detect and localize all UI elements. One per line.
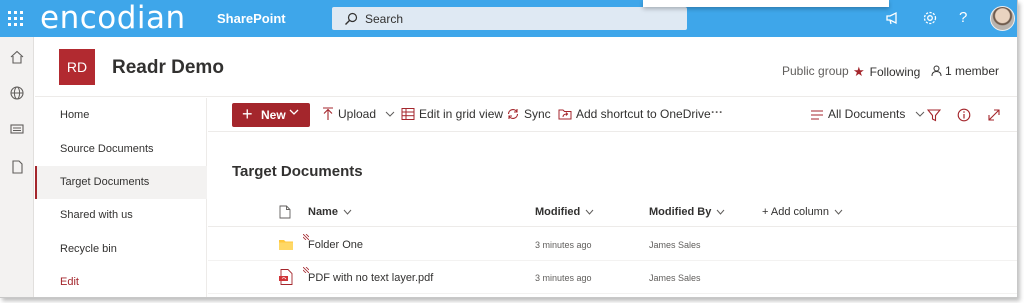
- grid-icon: [401, 108, 415, 120]
- pdf-file-icon: [279, 269, 293, 285]
- site-header: RD Readr Demo Public group ★ Following 1 …: [35, 37, 1017, 97]
- upload-label: Upload: [338, 107, 377, 121]
- person-icon: [931, 65, 942, 77]
- column-name-label: Name: [308, 206, 338, 218]
- add-shortcut-onedrive-button[interactable]: Add shortcut to OneDrive: [558, 107, 711, 123]
- new-label: New: [261, 108, 286, 122]
- site-logo[interactable]: RD: [59, 49, 95, 85]
- expand-icon[interactable]: [987, 107, 1001, 123]
- home-icon[interactable]: [9, 49, 25, 65]
- search-icon: [345, 12, 358, 25]
- table-row[interactable]: Folder One 3 minutes ago James Sales: [208, 228, 1017, 261]
- sync-button[interactable]: Sync: [506, 107, 551, 123]
- add-column-button[interactable]: + Add column: [762, 206, 843, 218]
- add-column-label: + Add column: [762, 206, 829, 218]
- view-label: All Documents: [828, 107, 906, 121]
- members-button[interactable]: 1 member: [931, 64, 999, 78]
- command-bar: + New Upload Edit in grid view Sync Add …: [208, 98, 1017, 132]
- nav-item-recycle-bin[interactable]: Recycle bin: [35, 233, 207, 266]
- suite-bar: encodian SharePoint Search ?: [0, 0, 1017, 37]
- nav-item-source-documents[interactable]: Source Documents: [35, 133, 207, 166]
- view-selector[interactable]: All Documents: [810, 107, 929, 123]
- nav-item-home[interactable]: Home: [35, 99, 207, 132]
- list-view-icon: [811, 110, 823, 120]
- new-button[interactable]: + New: [232, 103, 310, 127]
- column-modified-label: Modified: [535, 206, 581, 218]
- table-row[interactable]: PDF with no text layer.pdf 3 minutes ago…: [208, 261, 1017, 294]
- megaphone-icon[interactable]: [884, 9, 902, 27]
- chevron-down-icon: [834, 209, 843, 215]
- gear-icon[interactable]: [921, 9, 939, 27]
- upload-icon: [323, 107, 333, 120]
- column-header-modified[interactable]: Modified: [535, 206, 594, 218]
- chevron-down-icon: [343, 209, 352, 215]
- document-icon[interactable]: [9, 159, 25, 175]
- group-type-label: Public group: [782, 64, 849, 78]
- popup-panel-edge: [643, 0, 889, 7]
- user-avatar[interactable]: [990, 6, 1015, 31]
- nav-item-target-documents[interactable]: Target Documents: [35, 166, 207, 199]
- quick-launch-nav: Home Source Documents Target Documents S…: [35, 98, 207, 297]
- sync-icon: [507, 109, 519, 119]
- sharepoint-link[interactable]: SharePoint: [217, 11, 286, 26]
- upload-button[interactable]: Upload: [322, 107, 399, 123]
- library-title: Target Documents: [232, 163, 363, 180]
- members-label: 1 member: [945, 64, 1000, 78]
- item-modified: 3 minutes ago: [535, 273, 592, 283]
- edit-grid-view-button[interactable]: Edit in grid view: [401, 107, 503, 123]
- column-header-name[interactable]: Name: [308, 206, 352, 218]
- chevron-down-icon: [716, 209, 725, 215]
- chevron-down-icon: [915, 111, 925, 117]
- edit-grid-view-label: Edit in grid view: [419, 107, 504, 121]
- list-header: Name Modified Modified By + Add column: [208, 197, 1017, 227]
- help-icon[interactable]: ?: [959, 9, 967, 26]
- follow-button[interactable]: ★ Following: [853, 64, 920, 80]
- nav-item-shared-with-us[interactable]: Shared with us: [35, 199, 207, 232]
- sharepoint-window: encodian SharePoint Search ? RD Readr De…: [0, 0, 1018, 298]
- search-placeholder: Search: [365, 12, 404, 26]
- plus-icon: +: [242, 104, 253, 124]
- news-icon[interactable]: [9, 121, 25, 137]
- globe-icon[interactable]: [9, 85, 25, 101]
- item-modified: 3 minutes ago: [535, 240, 592, 250]
- folder-icon: [279, 240, 293, 250]
- more-options-button[interactable]: ···: [711, 105, 723, 121]
- column-header-modified-by[interactable]: Modified By: [649, 206, 725, 218]
- add-shortcut-label: Add shortcut to OneDrive: [576, 107, 711, 121]
- filter-icon[interactable]: [927, 107, 941, 123]
- column-modified-by-label: Modified By: [649, 206, 712, 218]
- site-title[interactable]: Readr Demo: [112, 57, 224, 79]
- brand-logo[interactable]: encodian: [40, 1, 186, 35]
- item-name[interactable]: Folder One: [308, 239, 363, 251]
- search-box[interactable]: Search: [332, 7, 687, 30]
- item-modified-by[interactable]: James Sales: [649, 240, 701, 250]
- star-icon: ★: [853, 64, 865, 79]
- app-launcher-icon[interactable]: [8, 11, 24, 27]
- item-modified-by[interactable]: James Sales: [649, 273, 701, 283]
- sync-label: Sync: [524, 107, 551, 121]
- chevron-down-icon: [289, 109, 299, 115]
- shortcut-icon: [558, 109, 572, 120]
- file-type-icon[interactable]: [279, 205, 291, 219]
- follow-label: Following: [869, 65, 921, 79]
- info-icon[interactable]: [957, 107, 971, 123]
- nav-edit-link[interactable]: Edit: [35, 266, 207, 297]
- item-name[interactable]: PDF with no text layer.pdf: [308, 272, 433, 284]
- app-rail: [0, 37, 34, 297]
- chevron-down-icon: [585, 209, 594, 215]
- chevron-down-icon: [386, 111, 395, 117]
